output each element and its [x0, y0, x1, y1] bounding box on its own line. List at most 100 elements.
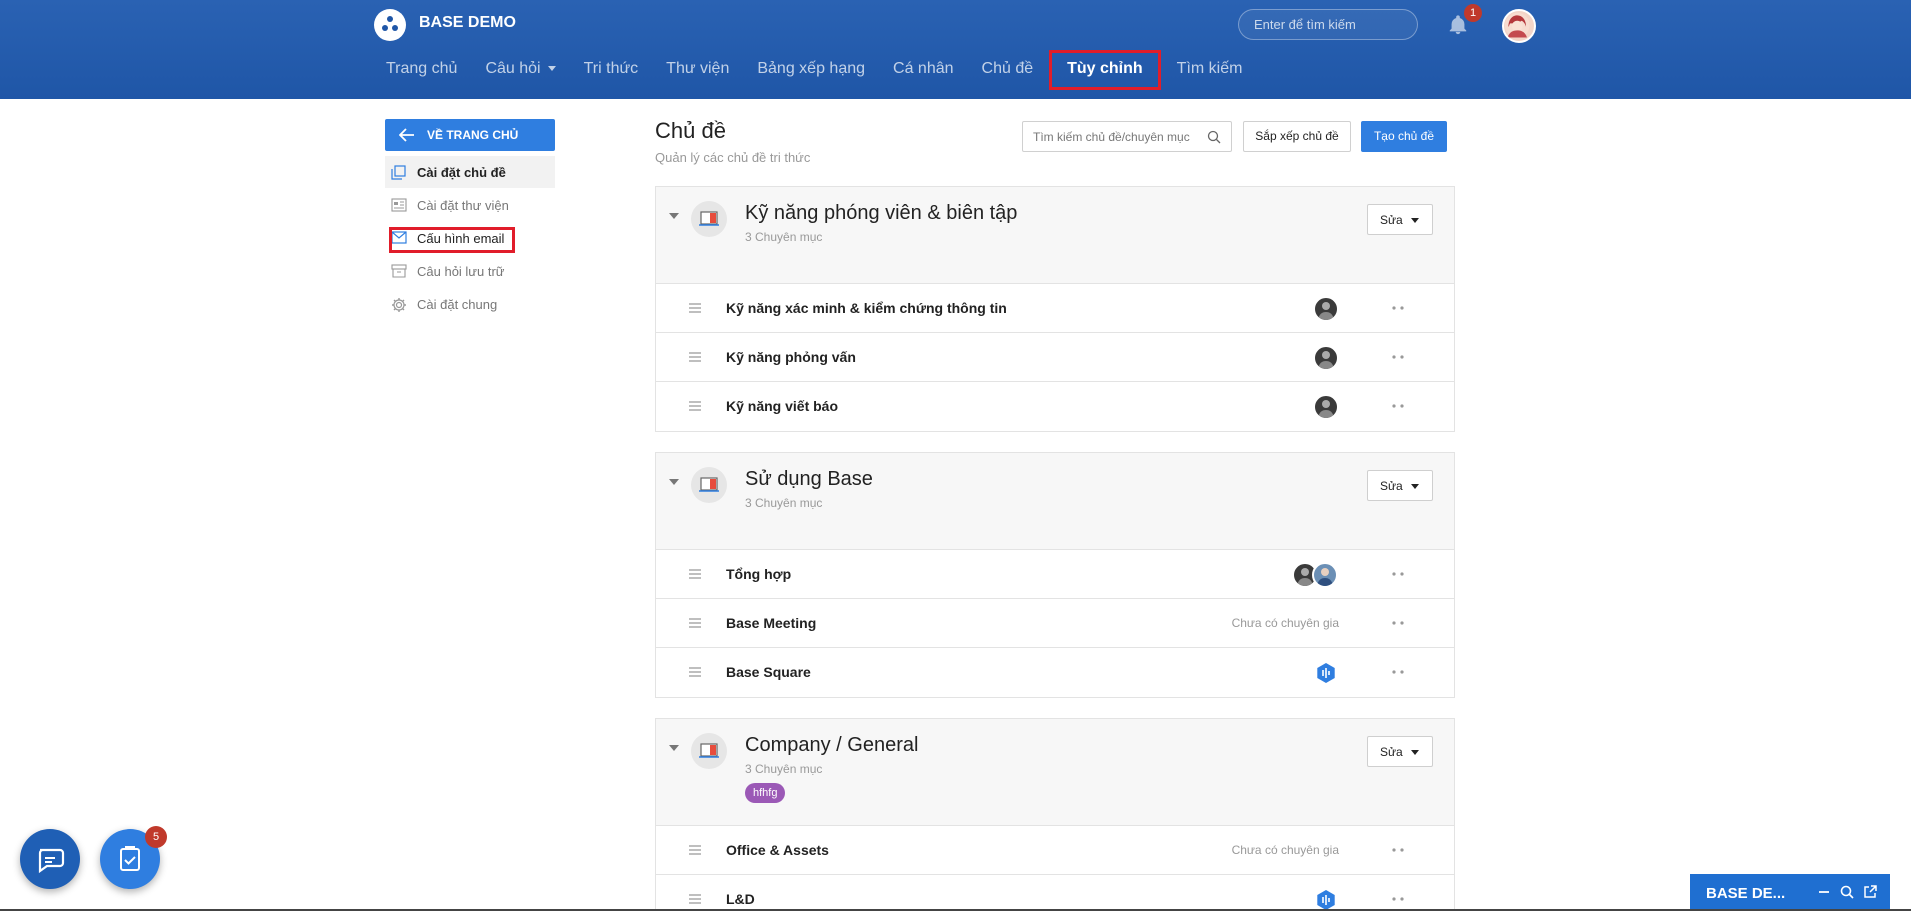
category-name: L&D [726, 891, 755, 907]
global-search-input[interactable] [1238, 9, 1418, 40]
nav-item-topics[interactable]: Chủ đề [968, 50, 1048, 90]
collapse-caret-icon[interactable] [669, 479, 679, 485]
external-link-icon[interactable] [1863, 885, 1877, 899]
nav-item-personal[interactable]: Cá nhân [879, 50, 968, 90]
collapse-caret-icon[interactable] [669, 213, 679, 219]
search-icon[interactable] [1207, 130, 1221, 144]
no-expert-label: Chưa có chuyên gia [1231, 843, 1339, 857]
sidebar-item-library-settings[interactable]: Cài đặt thư viện [385, 189, 555, 221]
expert-avatar[interactable] [1313, 345, 1339, 371]
more-options-icon[interactable] [1392, 670, 1404, 674]
create-topic-button[interactable]: Tạo chủ đề [1361, 121, 1447, 152]
nav-item-label: Câu hỏi [485, 60, 541, 77]
minimize-icon[interactable] [1817, 885, 1831, 899]
topic-card: Sử dụng Base 3 Chuyên mục Sửa Tổng hợp B… [655, 452, 1455, 698]
more-options-icon[interactable] [1392, 572, 1404, 576]
category-row[interactable]: Base Meeting Chưa có chuyên gia [656, 599, 1454, 648]
more-options-icon[interactable] [1392, 897, 1404, 901]
mini-window-title: BASE DE... [1706, 885, 1786, 902]
topic-card: Kỹ năng phóng viên & biên tập 3 Chuyên m… [655, 186, 1455, 432]
drag-handle-icon[interactable] [688, 845, 702, 855]
back-to-home-button[interactable]: VỀ TRANG CHỦ [385, 119, 555, 151]
sidebar-item-archived-questions[interactable]: Câu hỏi lưu trữ [385, 255, 555, 287]
user-avatar[interactable] [1502, 9, 1536, 43]
nav-item-knowledge[interactable]: Tri thức [570, 50, 653, 90]
sort-topics-button[interactable]: Sắp xếp chủ đề [1243, 121, 1351, 152]
sidebar-item-label: Cài đặt thư viện [417, 198, 509, 213]
no-expert-label: Chưa có chuyên gia [1231, 616, 1339, 630]
more-options-icon[interactable] [1392, 355, 1404, 359]
base-logo-icon[interactable] [1313, 660, 1339, 686]
category-row[interactable]: L&D [656, 875, 1454, 911]
nav-item-home[interactable]: Trang chủ [372, 50, 471, 90]
category-row[interactable]: Kỹ năng viết báo [656, 382, 1454, 431]
category-row[interactable]: Kỹ năng xác minh & kiểm chứng thông tin [656, 284, 1454, 333]
tasks-badge: 5 [145, 826, 167, 848]
nav-item-label: Bảng xếp hạng [757, 60, 866, 77]
chevron-down-icon [1411, 218, 1419, 223]
drag-handle-icon[interactable] [688, 667, 702, 677]
topic-category-count: 3 Chuyên mục [745, 762, 823, 776]
search-icon[interactable] [1840, 885, 1854, 899]
drag-handle-icon[interactable] [688, 569, 702, 579]
topic-header: Kỹ năng phóng viên & biên tập 3 Chuyên m… [656, 187, 1454, 284]
book-icon [691, 467, 727, 503]
category-row[interactable]: Office & Assets Chưa có chuyên gia [656, 826, 1454, 875]
expert-avatar[interactable] [1313, 394, 1339, 420]
base-logo-icon[interactable] [1313, 887, 1339, 911]
collapse-caret-icon[interactable] [669, 745, 679, 751]
expert-avatar[interactable] [1313, 296, 1339, 322]
category-row[interactable]: Tổng hợp [656, 550, 1454, 599]
expert-avatar[interactable] [1312, 562, 1338, 588]
topic-header: Company / General 3 Chuyên mục hfhfg Sửa [656, 719, 1454, 826]
nav-item-customize[interactable]: Tùy chỉnh [1049, 50, 1161, 90]
category-name: Base Square [726, 664, 811, 680]
arrow-left-icon [399, 128, 414, 142]
nav-item-leaderboard[interactable]: Bảng xếp hạng [743, 50, 879, 90]
more-options-icon[interactable] [1392, 848, 1404, 852]
topic-tag[interactable]: hfhfg [745, 783, 786, 803]
drag-handle-icon[interactable] [688, 303, 702, 313]
book-icon [691, 733, 727, 769]
edit-topic-button[interactable]: Sửa [1367, 470, 1433, 501]
drag-handle-icon[interactable] [688, 618, 702, 628]
sidebar-item-general-settings[interactable]: Cài đặt chung [385, 288, 555, 320]
gear-icon [392, 298, 406, 312]
drag-handle-icon[interactable] [688, 894, 702, 904]
app-title[interactable]: BASE DEMO [419, 14, 516, 32]
app-logo[interactable] [374, 9, 406, 41]
archive-icon [391, 264, 407, 278]
nav-item-label: Thư viện [666, 60, 730, 77]
sidebar-item-topic-settings[interactable]: Cài đặt chủ đề [385, 156, 555, 188]
category-name: Kỹ năng viết báo [726, 398, 839, 414]
more-options-icon[interactable] [1392, 404, 1404, 408]
topic-card: Company / General 3 Chuyên mục hfhfg Sửa… [655, 718, 1455, 911]
more-options-icon[interactable] [1392, 621, 1404, 625]
edit-button-label: Sửa [1380, 479, 1403, 493]
book-icon [691, 201, 727, 237]
chat-button[interactable] [20, 829, 80, 889]
topic-name: Kỹ năng phóng viên & biên tập [745, 202, 1018, 224]
more-options-icon[interactable] [1392, 306, 1404, 310]
nav-item-questions[interactable]: Câu hỏi [471, 50, 569, 90]
nav-item-label: Tìm kiếm [1176, 60, 1243, 77]
chevron-down-icon [1411, 484, 1419, 489]
topic-category-count: 3 Chuyên mục [745, 230, 823, 244]
topic-name: Sử dụng Base [745, 468, 873, 490]
category-row[interactable]: Kỹ năng phỏng vấn [656, 333, 1454, 382]
category-name: Office & Assets [726, 842, 829, 858]
chat-icon [38, 848, 65, 874]
page-title: Chủ đề [655, 118, 726, 143]
chevron-down-icon [1411, 750, 1419, 755]
nav-item-library[interactable]: Thư viện [652, 50, 743, 90]
sidebar-item-label: Câu hỏi lưu trữ [417, 264, 505, 279]
edit-button-label: Sửa [1380, 213, 1403, 227]
mini-chat-window[interactable]: BASE DE... [1690, 874, 1890, 911]
drag-handle-icon[interactable] [688, 401, 702, 411]
edit-topic-button[interactable]: Sửa [1367, 736, 1433, 767]
topic-search-input[interactable] [1022, 121, 1232, 152]
edit-topic-button[interactable]: Sửa [1367, 204, 1433, 235]
category-row[interactable]: Base Square [656, 648, 1454, 697]
drag-handle-icon[interactable] [688, 352, 702, 362]
nav-item-search[interactable]: Tìm kiếm [1163, 50, 1257, 90]
